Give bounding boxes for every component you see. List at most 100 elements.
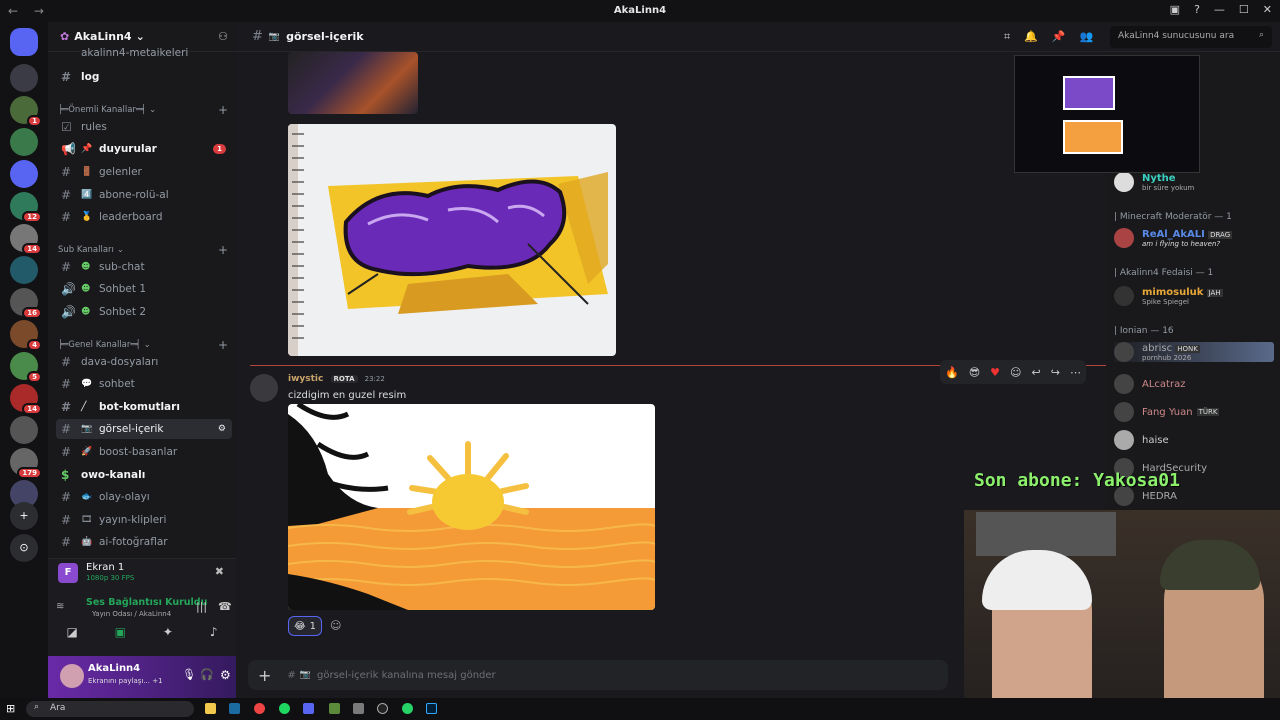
- message-author[interactable]: iwystic: [288, 374, 323, 384]
- minimize-button[interactable]: —: [1214, 3, 1225, 16]
- maximize-button[interactable]: ☐: [1239, 3, 1249, 16]
- pin-icon[interactable]: 📌: [1052, 30, 1066, 44]
- channel-sohbet-1[interactable]: 🔊 ☻ Sohbet 1: [56, 279, 232, 299]
- server-icon[interactable]: 4: [10, 320, 42, 351]
- server-icon[interactable]: 12: [10, 192, 42, 223]
- member-item[interactable]: mimosuluk JAH Spike Spiegel: [1114, 286, 1223, 306]
- category-genel[interactable]: ╞═Genel Kanallar═╡ ⌄ +: [58, 338, 228, 352]
- add-channel-icon[interactable]: +: [218, 103, 228, 117]
- avatar[interactable]: [250, 374, 278, 402]
- heart-reaction-icon[interactable]: ♥: [990, 366, 1000, 379]
- search-input[interactable]: AkaLinn4 sunucusunu ara ⌕: [1110, 26, 1272, 48]
- category-sub[interactable]: Sub Kanalları ⌄ +: [58, 243, 228, 257]
- app-icon[interactable]: [353, 703, 364, 714]
- server-icon[interactable]: [10, 64, 38, 92]
- close-stream-icon[interactable]: ✖: [215, 565, 224, 578]
- member-item[interactable]: ReAl_AkALI DRAG am i flying to heaven?: [1114, 228, 1233, 248]
- settings-icon[interactable]: ⚙: [218, 424, 226, 434]
- reaction-chip[interactable]: 😂 1: [288, 616, 322, 636]
- image-attachment-graffiti[interactable]: [288, 124, 616, 356]
- upload-plus-icon[interactable]: +: [258, 666, 271, 685]
- server-icon[interactable]: [10, 256, 38, 284]
- channel-sub-chat[interactable]: # ☻ sub-chat: [56, 257, 232, 277]
- channel-dava-dosyalari[interactable]: # dava-dosyaları: [56, 352, 232, 372]
- server-icon[interactable]: 1: [10, 96, 42, 127]
- add-channel-icon[interactable]: +: [218, 338, 228, 352]
- voice-status[interactable]: Ses Bağlantısı Kuruldu: [86, 597, 207, 608]
- channel-gelenler[interactable]: # 🚪 gelenler: [56, 162, 232, 182]
- channel-rules[interactable]: ☑ rules: [56, 117, 232, 137]
- channel-leaderboard[interactable]: # 🥇 leaderboard: [56, 207, 232, 227]
- member-item[interactable]: Nythe bir süre yokum: [1114, 172, 1194, 192]
- message-composer[interactable]: + # 📷 görsel-içerik kanalına mesaj gönde…: [248, 660, 948, 690]
- spotify-icon[interactable]: [279, 703, 290, 714]
- chrome-icon[interactable]: [254, 703, 265, 714]
- server-icon[interactable]: 179: [10, 448, 42, 479]
- bell-icon[interactable]: 🔔: [1024, 30, 1038, 44]
- minecraft-icon[interactable]: [329, 703, 340, 714]
- fire-reaction-icon[interactable]: 🔥: [945, 366, 959, 379]
- member-item[interactable]: ALcatraz: [1114, 374, 1185, 394]
- members-icon[interactable]: 👥: [1080, 30, 1094, 44]
- member-item[interactable]: abrisc HONK pornhub 2026: [1114, 342, 1274, 362]
- inbox-icon[interactable]: ▣: [1170, 3, 1180, 16]
- channel-olay-olayi[interactable]: # 🐟 olay-olayı: [56, 487, 232, 507]
- camera-off-icon[interactable]: ◪: [66, 625, 77, 639]
- channel-sohbet[interactable]: # 💬 sohbet: [56, 374, 232, 394]
- direct-messages-button[interactable]: [10, 28, 38, 56]
- screen-share-icon[interactable]: ▣: [115, 625, 126, 639]
- disconnect-icon[interactable]: ☎: [218, 600, 232, 613]
- server-icon[interactable]: 14: [10, 384, 42, 415]
- add-reaction-icon[interactable]: ☺: [330, 619, 341, 632]
- channel-gorsel-icerik[interactable]: # 📷 görsel-içerik ⚙: [56, 419, 232, 439]
- close-button[interactable]: ✕: [1263, 3, 1272, 16]
- steam-icon[interactable]: [229, 703, 240, 714]
- channel-bot-komutlari[interactable]: # ╱ bot-komutları: [56, 397, 232, 417]
- avatar[interactable]: [60, 664, 84, 688]
- image-attachment-sunset[interactable]: [288, 404, 655, 610]
- member-item[interactable]: Fang Yuan TÜRK: [1114, 402, 1220, 422]
- soundboard-icon[interactable]: ♪: [210, 625, 218, 639]
- channel-owo-kanali[interactable]: $ owo-kanalı: [56, 465, 232, 485]
- channel-sohbet-2[interactable]: 🔊 ☻ Sohbet 2: [56, 302, 232, 322]
- file-explorer-icon[interactable]: [205, 703, 216, 714]
- user-settings-icon[interactable]: ⚙: [220, 668, 231, 682]
- add-server-icon[interactable]: +: [10, 502, 38, 530]
- photoshop-icon[interactable]: [426, 703, 437, 714]
- forward-icon[interactable]: ↪: [1051, 366, 1060, 379]
- channel-ai-fotograflar[interactable]: # 🤖 ai-fotoğraflar: [56, 532, 232, 552]
- server-icon[interactable]: [10, 416, 38, 444]
- discover-icon[interactable]: ⊙: [10, 534, 38, 562]
- channel-duyurular[interactable]: 📢 📌 duyurular 1: [56, 139, 232, 159]
- threads-icon[interactable]: ⌗: [1004, 30, 1010, 44]
- channel-yayin-klipleri[interactable]: # 🎞 yayın-klipleri: [56, 510, 232, 530]
- microphone-icon[interactable]: 🎙: [182, 668, 196, 681]
- server-icon[interactable]: [10, 128, 38, 156]
- taskbar-search[interactable]: ⌕ Ara: [26, 701, 194, 717]
- noise-suppression-icon[interactable]: |||: [196, 600, 207, 613]
- server-icon[interactable]: 16: [10, 288, 42, 319]
- invite-people-icon[interactable]: ⚇: [218, 30, 228, 43]
- server-icon[interactable]: 5: [10, 352, 42, 383]
- whatsapp-icon[interactable]: [402, 703, 413, 714]
- discord-icon[interactable]: [303, 703, 314, 714]
- server-icon[interactable]: 14: [10, 224, 42, 255]
- obs-icon[interactable]: [377, 703, 388, 714]
- activities-icon[interactable]: ✦: [163, 625, 173, 639]
- channel-boost-basanlar[interactable]: # 🚀 boost-basanlar: [56, 442, 232, 462]
- more-icon[interactable]: ⋯: [1070, 366, 1081, 379]
- image-attachment-cut[interactable]: [288, 52, 418, 114]
- member-item[interactable]: haise: [1114, 430, 1169, 450]
- windows-start-icon[interactable]: ⊞: [6, 702, 15, 715]
- reply-icon[interactable]: ↩: [1032, 366, 1041, 379]
- help-icon[interactable]: ?: [1194, 3, 1200, 16]
- channel-abone-rolu-al[interactable]: #4️⃣ abone-rolü-al: [56, 185, 232, 205]
- add-reaction-icon[interactable]: ☺: [1010, 366, 1021, 379]
- sunglasses-reaction-icon[interactable]: 😎: [969, 366, 980, 379]
- category-onemli[interactable]: ╞═Önemli Kanallar═╡ ⌄ +: [58, 103, 228, 117]
- channel-metaikeleri[interactable]: akalinn4-metaikeleri: [56, 46, 232, 60]
- channel-log[interactable]: # log: [56, 67, 232, 87]
- server-icon[interactable]: [10, 160, 38, 188]
- headphones-icon[interactable]: 🎧: [200, 668, 214, 681]
- add-channel-icon[interactable]: +: [218, 243, 228, 257]
